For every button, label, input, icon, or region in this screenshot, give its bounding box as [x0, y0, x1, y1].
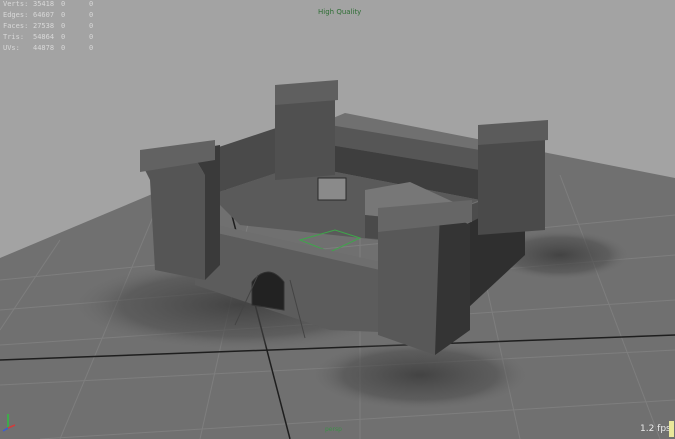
hud-label: Tris: — [3, 33, 25, 41]
hud-label: Faces: — [3, 22, 29, 30]
hud-value: 54864 — [33, 33, 55, 41]
hud-value: 27538 — [33, 22, 55, 30]
fps-bar — [669, 421, 674, 437]
hud-value: 64607 — [33, 11, 55, 19]
hud-value: 0 — [61, 44, 66, 52]
hud-value: 0 — [89, 33, 94, 41]
hud-label: UVs: — [3, 44, 20, 52]
hud-value: 0 — [61, 11, 66, 19]
quality-label: High Quality — [318, 8, 362, 16]
hud-label: Verts: — [3, 0, 29, 8]
hud-value: 0 — [61, 33, 66, 41]
hud-row-verts: Verts: 35418 0 0 — [3, 0, 117, 10]
hud-label: Edges: — [3, 11, 29, 19]
hud-row-faces: Faces: 27538 0 0 — [3, 21, 117, 32]
hud-value: 0 — [61, 0, 66, 8]
hud-value: 0 — [89, 22, 94, 30]
hud-row-uvs: UVs: 44878 0 0 — [3, 43, 117, 54]
hud-value: 0 — [89, 11, 94, 19]
hud-value: 0 — [89, 44, 94, 52]
axis-orientation-icon — [2, 414, 16, 432]
castle-shadow — [310, 340, 530, 410]
3d-viewport[interactable] — [0, 0, 675, 439]
hud-value: 0 — [61, 22, 66, 30]
fps-readout: 1.2 fps — [640, 424, 671, 434]
hud-value: 35418 — [33, 0, 55, 8]
poly-count-hud: Verts: 35418 0 0 Edges: 64607 0 0 Faces:… — [3, 0, 117, 54]
camera-name: persp — [325, 426, 342, 433]
hud-row-edges: Edges: 64607 0 0 — [3, 10, 117, 21]
hud-value: 44878 — [33, 44, 55, 52]
hud-value: 0 — [89, 0, 94, 8]
hud-row-tris: Tris: 54864 0 0 — [3, 32, 117, 43]
